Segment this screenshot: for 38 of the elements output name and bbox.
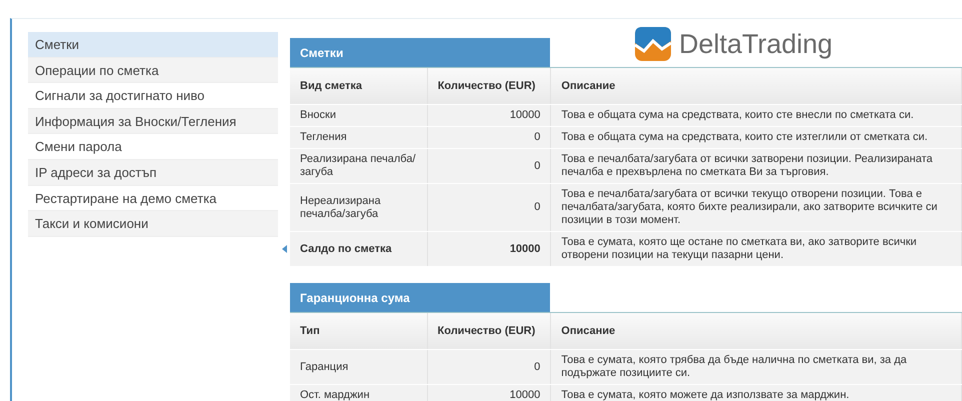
table-cell: Вноски [290, 104, 428, 126]
table-cell: 0 [427, 350, 551, 384]
sidebar-item[interactable]: Информация за Вноски/Тегления [28, 108, 278, 134]
column-header: Тип [290, 313, 428, 350]
logo-text: DeltaTrading [679, 28, 833, 60]
table-cell: Това е сумата, която ще остане по сметката ви, ако затворите всички отворени позиции на текущи пазарни цени. [550, 232, 962, 266]
section-heading: Гаранционна сума [290, 283, 550, 312]
table-cell: 0 [427, 184, 551, 232]
sidebar-item[interactable]: Рестартиране на демо сметка [28, 186, 278, 212]
table-cell: Реализирана печалба/ загуба [290, 148, 428, 184]
section-heading: Сметки [290, 38, 550, 67]
sidebar-item[interactable]: Операции по сметка [28, 58, 278, 84]
table-cell: 0 [427, 148, 551, 184]
column-header: Количество (EUR) [427, 313, 551, 350]
table-cell: Салдо по сметка [290, 232, 428, 266]
table-cell: Нереализирана печалба/загуба [290, 184, 428, 232]
column-header: Количество (EUR) [427, 68, 551, 104]
table-cell: Това е сумата, която трябва да бъде налична по сметката ви, за да подържате позициите си. [550, 350, 962, 384]
table-cell: 10000 [427, 384, 551, 401]
table-cell: 10000 [427, 232, 551, 266]
table-cell: Това е общата сума на средствата, които сте изтеглили от сметката си. [550, 126, 962, 148]
sidebar-item[interactable]: IP адреси за достъп [28, 160, 278, 186]
table-cell: Това е печалбата/загубата от всички затворени позиции. Реализираната печалба е прехвърлена по сметката Ви за търговия. [550, 148, 962, 184]
table-cell: 0 [427, 126, 551, 148]
logo-icon [635, 27, 671, 61]
sidebar-item[interactable]: Такси и комисиони [28, 211, 278, 237]
table-cell: Това е сумата, която можете да използвате за марджин. [550, 384, 962, 401]
column-header: Описание [550, 313, 962, 350]
sidebar-item[interactable]: Сметки [28, 32, 278, 58]
table-cell: 10000 [427, 104, 551, 126]
table-cell: Ост. марджин [290, 384, 428, 401]
column-header: Вид сметка [290, 68, 428, 104]
table-cell: Гаранция [290, 350, 428, 384]
table-cell: Това е общата сума на средствата, които сте внесли по сметката си. [550, 104, 962, 126]
column-header: Описание [550, 68, 962, 104]
table-cell: Това е печалбата/загубата от всички текущо отворени позиции. Това е печалбата/загубата, която бихте реализирали, ако затворите всичките си позиции в този момент. [550, 184, 962, 232]
table-cell: Тегления [290, 126, 428, 148]
collapse-arrow-icon[interactable] [282, 245, 286, 253]
